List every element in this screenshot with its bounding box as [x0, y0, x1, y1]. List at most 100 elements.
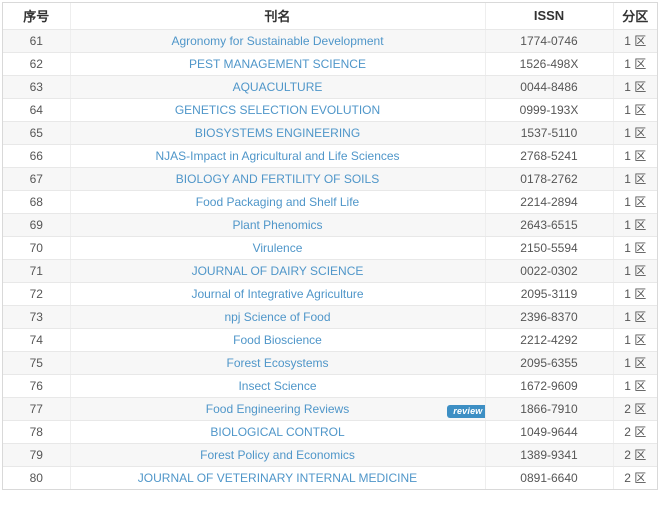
table-row: 76 Insect Science 1672-9609 1 区 [3, 374, 657, 397]
table-row: 70 Virulence 2150-5594 1 区 [3, 236, 657, 259]
journal-name-cell: BIOLOGICAL CONTROL [70, 420, 485, 443]
table-row: 75 Forest Ecosystems 2095-6355 1 区 [3, 351, 657, 374]
row-index-cell: 71 [3, 259, 70, 282]
journal-name-cell: BIOLOGY AND FERTILITY OF SOILS [70, 167, 485, 190]
row-index-cell: 77 [3, 397, 70, 420]
issn-cell: 2396-8370 [485, 305, 613, 328]
journal-link[interactable]: PEST MANAGEMENT SCIENCE [189, 57, 366, 71]
issn-cell: 2212-4292 [485, 328, 613, 351]
issn-cell: 2643-6515 [485, 213, 613, 236]
row-index-cell: 78 [3, 420, 70, 443]
journal-name-cell: GENETICS SELECTION EVOLUTION [70, 98, 485, 121]
zone-cell: 1 区 [613, 213, 657, 236]
column-header-issn: ISSN [485, 3, 613, 29]
zone-cell: 2 区 [613, 466, 657, 489]
table-row: 74 Food Bioscience 2212-4292 1 区 [3, 328, 657, 351]
table-row: 68 Food Packaging and Shelf Life 2214-28… [3, 190, 657, 213]
row-index-cell: 70 [3, 236, 70, 259]
table-row: 79 Forest Policy and Economics 1389-9341… [3, 443, 657, 466]
journal-name-cell: Virulence [70, 236, 485, 259]
journal-link[interactable]: Plant Phenomics [232, 218, 322, 232]
row-index-cell: 64 [3, 98, 70, 121]
journal-link[interactable]: Virulence [253, 241, 303, 255]
journal-link[interactable]: NJAS-Impact in Agricultural and Life Sci… [155, 149, 399, 163]
row-index-cell: 72 [3, 282, 70, 305]
issn-cell: 2768-5241 [485, 144, 613, 167]
zone-cell: 1 区 [613, 98, 657, 121]
zone-cell: 1 区 [613, 144, 657, 167]
table-row: 67 BIOLOGY AND FERTILITY OF SOILS 0178-2… [3, 167, 657, 190]
table-row: 63 AQUACULTURE 0044-8486 1 区 [3, 75, 657, 98]
table-row: 72 Journal of Integrative Agriculture 20… [3, 282, 657, 305]
issn-cell: 0999-193X [485, 98, 613, 121]
journal-table-container: 序号 刊名 ISSN 分区 61 Agronomy for Sustainabl… [2, 2, 658, 490]
row-index-cell: 65 [3, 121, 70, 144]
issn-cell: 0022-0302 [485, 259, 613, 282]
journal-link[interactable]: Insect Science [238, 379, 316, 393]
journal-name-cell: JOURNAL OF DAIRY SCIENCE [70, 259, 485, 282]
journal-name-cell: AQUACULTURE [70, 75, 485, 98]
journal-link[interactable]: Forest Policy and Economics [200, 448, 355, 462]
journal-name-cell: npj Science of Food [70, 305, 485, 328]
table-row: 77 Food Engineering Reviews review 1866-… [3, 397, 657, 420]
journal-name-cell: BIOSYSTEMS ENGINEERING [70, 121, 485, 144]
journal-name-cell: Food Engineering Reviews review [70, 397, 485, 420]
journal-link[interactable]: Forest Ecosystems [226, 356, 328, 370]
review-badge[interactable]: review [447, 405, 485, 418]
journal-link[interactable]: Agronomy for Sustainable Development [171, 34, 383, 48]
journal-link[interactable]: Journal of Integrative Agriculture [191, 287, 363, 301]
zone-cell: 1 区 [613, 351, 657, 374]
row-index-cell: 73 [3, 305, 70, 328]
row-index-cell: 76 [3, 374, 70, 397]
journal-link[interactable]: JOURNAL OF DAIRY SCIENCE [192, 264, 364, 278]
journal-link[interactable]: Food Engineering Reviews [206, 402, 349, 416]
column-header-name: 刊名 [70, 3, 485, 29]
zone-cell: 1 区 [613, 75, 657, 98]
row-index-cell: 61 [3, 29, 70, 52]
zone-cell: 1 区 [613, 190, 657, 213]
journal-link[interactable]: GENETICS SELECTION EVOLUTION [175, 103, 380, 117]
table-row: 65 BIOSYSTEMS ENGINEERING 1537-5110 1 区 [3, 121, 657, 144]
issn-cell: 1526-498X [485, 52, 613, 75]
column-header-zone: 分区 [613, 3, 657, 29]
zone-cell: 1 区 [613, 328, 657, 351]
zone-cell: 1 区 [613, 236, 657, 259]
journal-name-cell: Forest Policy and Economics [70, 443, 485, 466]
zone-cell: 1 区 [613, 305, 657, 328]
journal-table: 序号 刊名 ISSN 分区 61 Agronomy for Sustainabl… [3, 3, 657, 489]
issn-cell: 2214-2894 [485, 190, 613, 213]
table-row: 71 JOURNAL OF DAIRY SCIENCE 0022-0302 1 … [3, 259, 657, 282]
issn-cell: 1389-9341 [485, 443, 613, 466]
table-row: 73 npj Science of Food 2396-8370 1 区 [3, 305, 657, 328]
journal-link[interactable]: JOURNAL OF VETERINARY INTERNAL MEDICINE [138, 471, 417, 485]
journal-link[interactable]: Food Packaging and Shelf Life [196, 195, 359, 209]
journal-link[interactable]: BIOLOGICAL CONTROL [210, 425, 344, 439]
row-index-cell: 74 [3, 328, 70, 351]
issn-cell: 1537-5110 [485, 121, 613, 144]
journal-name-cell: NJAS-Impact in Agricultural and Life Sci… [70, 144, 485, 167]
journal-name-cell: JOURNAL OF VETERINARY INTERNAL MEDICINE [70, 466, 485, 489]
zone-cell: 2 区 [613, 420, 657, 443]
row-index-cell: 80 [3, 466, 70, 489]
row-index-cell: 66 [3, 144, 70, 167]
journal-link[interactable]: AQUACULTURE [233, 80, 323, 94]
journal-link[interactable]: npj Science of Food [224, 310, 330, 324]
journal-name-cell: Forest Ecosystems [70, 351, 485, 374]
issn-cell: 2095-6355 [485, 351, 613, 374]
journal-link[interactable]: Food Bioscience [233, 333, 322, 347]
column-header-no: 序号 [3, 3, 70, 29]
table-row: 62 PEST MANAGEMENT SCIENCE 1526-498X 1 区 [3, 52, 657, 75]
table-row: 80 JOURNAL OF VETERINARY INTERNAL MEDICI… [3, 466, 657, 489]
zone-cell: 2 区 [613, 397, 657, 420]
journal-link[interactable]: BIOLOGY AND FERTILITY OF SOILS [176, 172, 379, 186]
table-row: 78 BIOLOGICAL CONTROL 1049-9644 2 区 [3, 420, 657, 443]
zone-cell: 2 区 [613, 443, 657, 466]
row-index-cell: 62 [3, 52, 70, 75]
issn-cell: 0891-6640 [485, 466, 613, 489]
header-row: 序号 刊名 ISSN 分区 [3, 3, 657, 29]
zone-cell: 1 区 [613, 121, 657, 144]
journal-name-cell: Agronomy for Sustainable Development [70, 29, 485, 52]
issn-cell: 0044-8486 [485, 75, 613, 98]
row-index-cell: 79 [3, 443, 70, 466]
journal-link[interactable]: BIOSYSTEMS ENGINEERING [195, 126, 360, 140]
